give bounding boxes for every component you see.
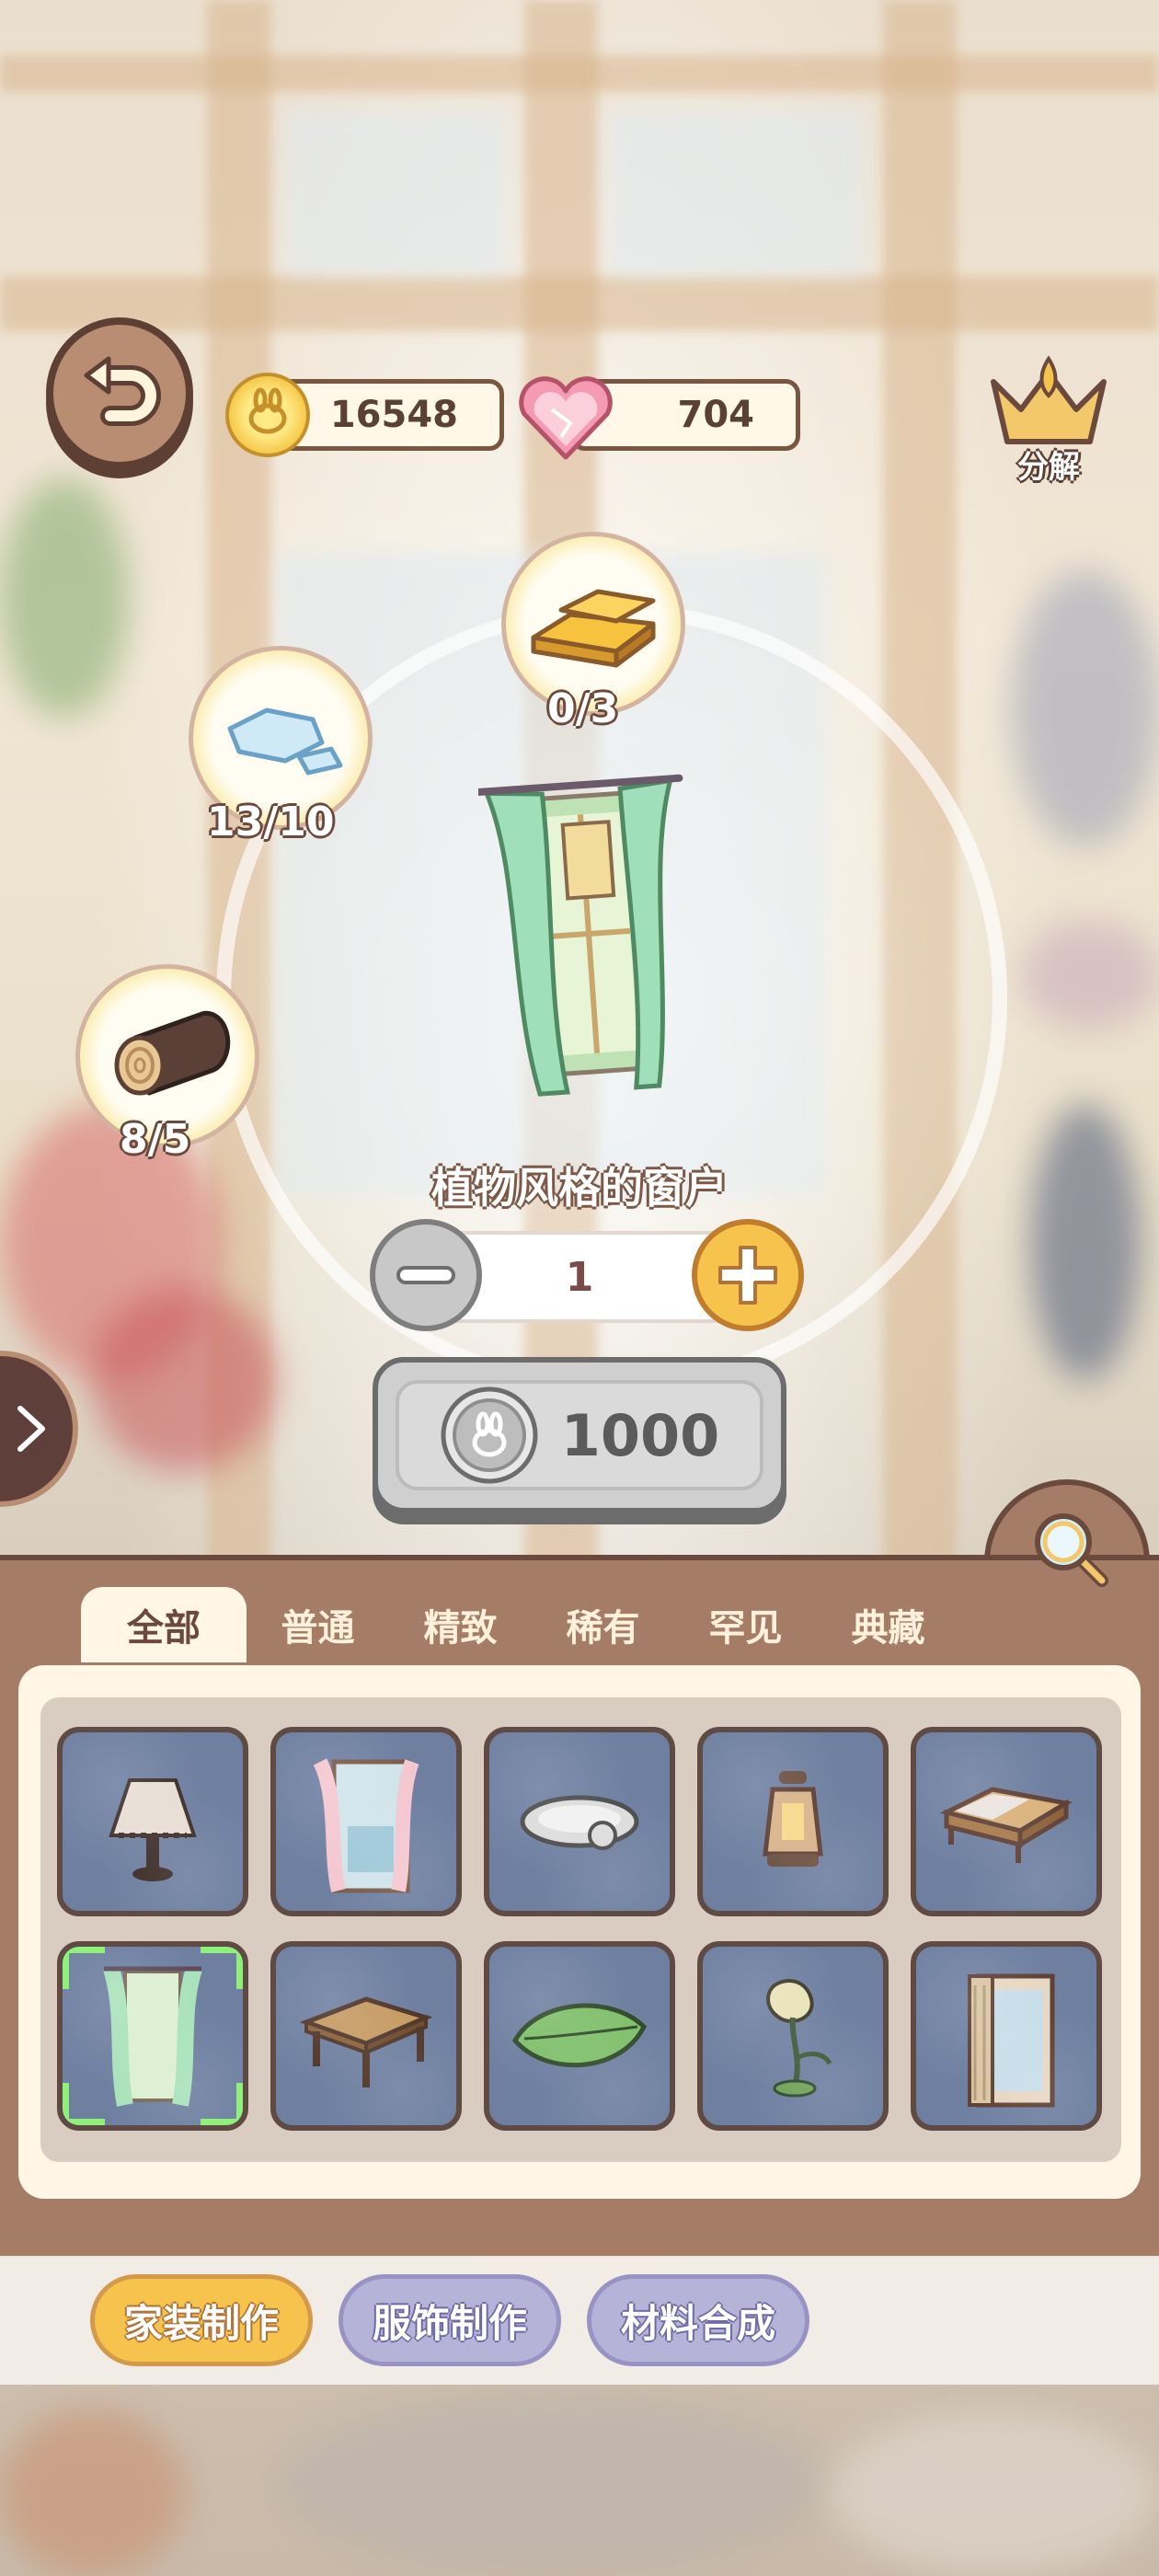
curtain-window-icon: [103, 1966, 202, 2107]
item-slot-tray[interactable]: [484, 1727, 675, 1916]
expand-side-button[interactable]: [0, 1351, 78, 1507]
selection-corner: [63, 2083, 105, 2125]
crown-icon: [991, 355, 1107, 444]
minus-icon: [396, 1266, 455, 1284]
item-slot-window[interactable]: [270, 1727, 462, 1916]
item-slot-blind-window[interactable]: [911, 1941, 1102, 2131]
gold-bar-icon: [531, 589, 656, 668]
category-material-synthesis[interactable]: 材料合成: [587, 2274, 809, 2366]
tab-common[interactable]: 普通: [247, 1587, 389, 1662]
plus-icon: [718, 1246, 777, 1305]
decompose-label: 分解: [1017, 449, 1080, 486]
decrease-button[interactable]: [370, 1219, 482, 1331]
item-slot-leaf-rug[interactable]: [484, 1941, 675, 2131]
search-button[interactable]: [1028, 1507, 1111, 1590]
decompose-button[interactable]: 分解: [984, 354, 1113, 492]
item-slot-lantern[interactable]: [697, 1727, 889, 1916]
table-icon: [299, 1996, 433, 2087]
coin-icon: [225, 373, 310, 457]
item-slot-curtain-window[interactable]: [57, 1941, 248, 2131]
selection-corner: [201, 1947, 243, 1989]
category-home-crafting[interactable]: 家装制作: [90, 2274, 313, 2366]
craft-button-inner: 1000: [396, 1380, 763, 1490]
craft-button[interactable]: 1000: [373, 1357, 786, 1513]
rarity-tabs: 全部 普通 精致 稀有 罕见 典藏: [81, 1587, 959, 1662]
item-name: 植物风格的窗户: [431, 1163, 728, 1213]
tab-collection[interactable]: 典藏: [817, 1587, 959, 1662]
selection-corner: [201, 2083, 243, 2125]
magnifier-icon: [1035, 1513, 1108, 1587]
item-preview: [473, 759, 699, 1109]
blind-window-icon: [968, 1973, 1055, 2108]
back-button[interactable]: [46, 317, 193, 469]
item-slot-lamp[interactable]: [57, 1727, 248, 1916]
material-ice-count: 13/10: [207, 799, 335, 845]
flower-lamp-icon: [766, 1979, 832, 2098]
coin-counter: 16548: [276, 379, 504, 451]
tab-uncommon[interactable]: 罕见: [674, 1587, 817, 1662]
tab-rare[interactable]: 稀有: [532, 1587, 674, 1662]
material-gold-count: 0/3: [547, 685, 619, 732]
increase-button[interactable]: [692, 1219, 804, 1331]
window-icon: [313, 1758, 419, 1893]
lantern-icon: [763, 1771, 823, 1867]
tray-icon: [520, 1795, 639, 1850]
coin-value: 16548: [329, 394, 458, 436]
wood-log-icon: [114, 1010, 231, 1096]
craft-price: 1000: [560, 1401, 720, 1469]
chevron-right-icon: [17, 1406, 45, 1452]
tab-fine[interactable]: 精致: [389, 1587, 532, 1662]
quantity-value: 1: [565, 1253, 594, 1301]
leaf-rug-icon: [511, 2003, 648, 2068]
item-slot-bed[interactable]: [911, 1727, 1102, 1916]
selection-corner: [63, 1947, 105, 1989]
curtain-window-preview-icon: [473, 774, 683, 1097]
item-slot-table[interactable]: [270, 1941, 462, 2131]
undo-arrow-icon: [84, 356, 161, 426]
bed-icon: [939, 1787, 1073, 1863]
category-apparel-crafting[interactable]: 服饰制作: [339, 2274, 561, 2366]
lamp-icon: [109, 1778, 197, 1881]
silver-coin-icon: [441, 1386, 538, 1484]
heart-gem-icon: [515, 373, 613, 460]
heart-value: 704: [677, 394, 755, 436]
tab-all[interactable]: 全部: [81, 1587, 247, 1662]
ice-crystal-icon: [227, 707, 343, 776]
item-slot-flower-lamp[interactable]: [697, 1941, 889, 2131]
